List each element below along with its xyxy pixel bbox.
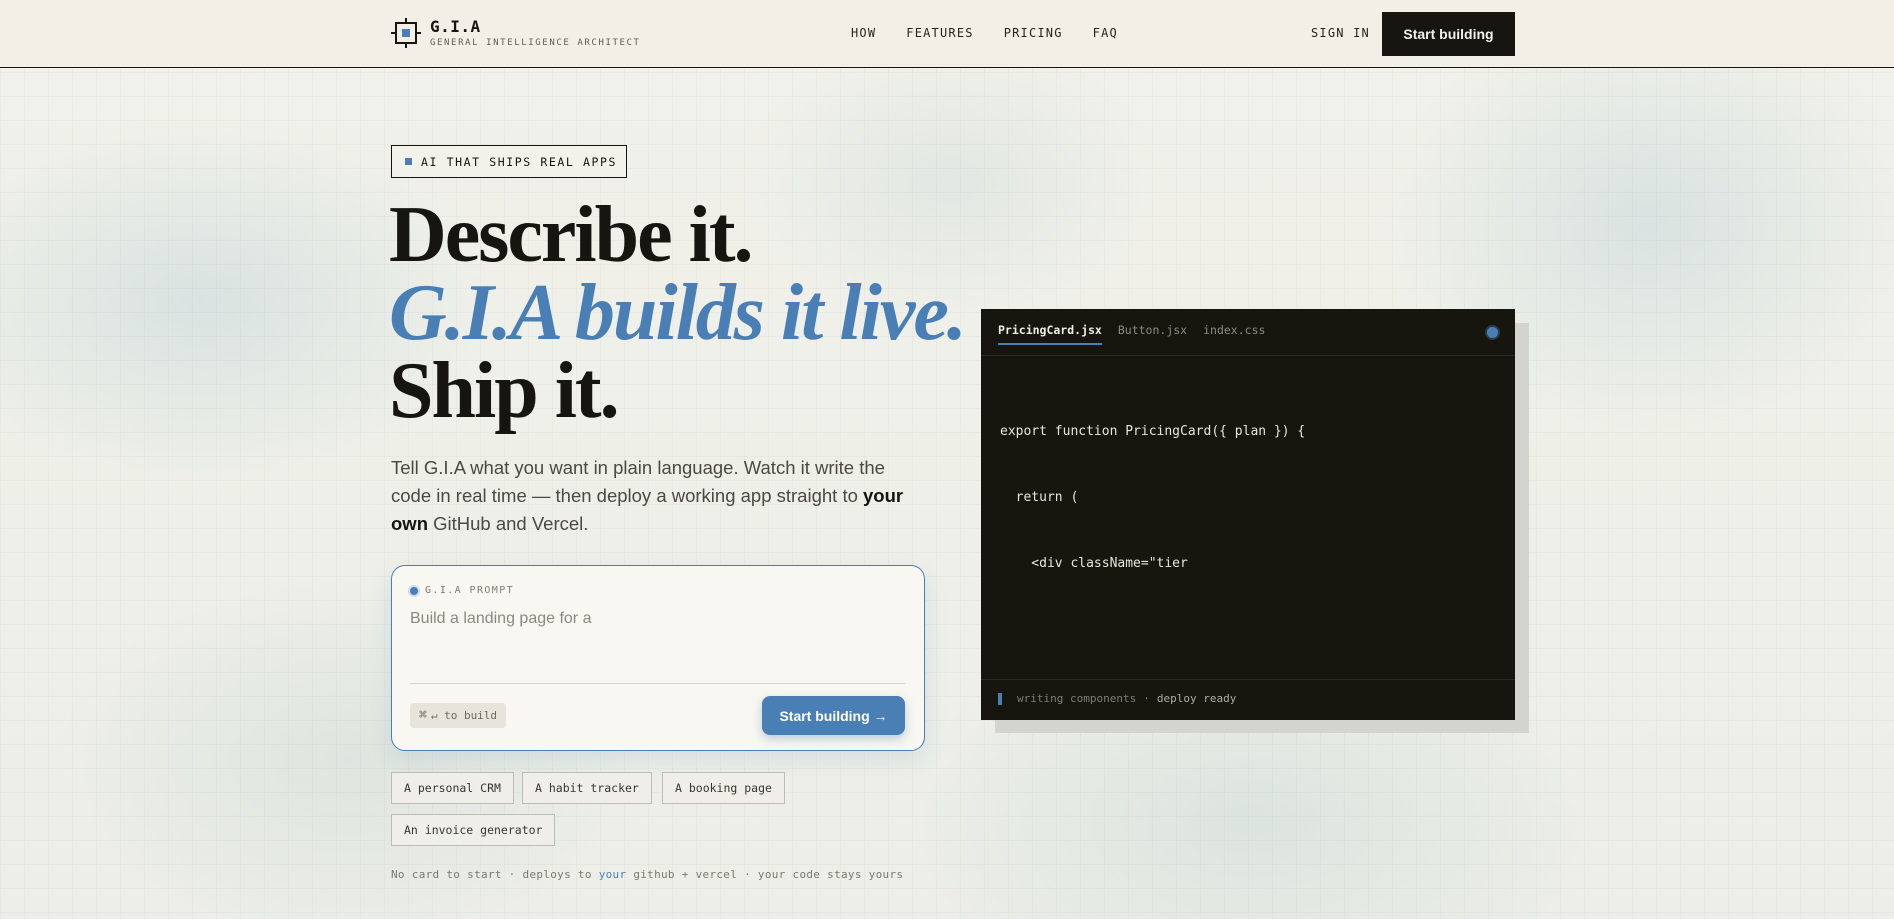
footnote-highlight: your xyxy=(598,868,627,881)
status-separator: · xyxy=(1143,692,1150,705)
editor-tabs: PricingCard.jsx Button.jsx index.css xyxy=(998,323,1265,345)
brand-name: G.I.A xyxy=(430,17,481,36)
hero-headline: Describe it. G.I.A builds it live. Ship … xyxy=(389,191,967,435)
suggestion-chip[interactable]: A personal CRM xyxy=(391,772,514,804)
status-deploy: deploy ready xyxy=(1156,692,1237,705)
shortcut-hint-text: ↵ to build xyxy=(430,709,498,722)
header-start-building-button[interactable]: Start building xyxy=(1382,12,1515,56)
prompt-divider xyxy=(410,683,905,684)
cursor-icon xyxy=(998,692,1002,705)
tab-button[interactable]: Button.jsx xyxy=(1118,323,1187,345)
footnote-text-2: github + vercel · your code stays yours xyxy=(626,868,904,881)
command-key-icon: ⌘ xyxy=(419,708,427,723)
nav-item-how[interactable]: HOW xyxy=(851,26,876,40)
code-content: export function PricingCard({ plan }) { … xyxy=(1000,377,1305,619)
headline-line-1: Describe it. xyxy=(389,191,754,279)
editor-tab-divider xyxy=(981,355,1515,356)
status-writing: writing components xyxy=(1017,692,1137,705)
brand[interactable]: G.I.A GENERAL INTELLIGENCE ARCHITECT xyxy=(391,17,641,49)
suggestion-chip[interactable]: An invoice generator xyxy=(391,814,556,846)
status-dot-icon xyxy=(410,586,418,595)
keyboard-shortcut-hint: ⌘ ↵ to build xyxy=(410,703,507,728)
nav-item-features[interactable]: FEATURES xyxy=(906,26,973,40)
live-indicator-icon xyxy=(1487,327,1498,338)
tab-index-css[interactable]: index.css xyxy=(1203,323,1265,345)
lede-text-1: Tell G.I.A what you want in plain langua… xyxy=(391,457,885,506)
hero-badge: AI THAT SHIPS REAL APPS xyxy=(391,145,627,178)
suggestion-chip[interactable]: A booking page xyxy=(662,772,785,804)
background-grid xyxy=(0,0,1894,919)
nav-item-faq[interactable]: FAQ xyxy=(1093,26,1118,40)
editor-footer-divider xyxy=(981,679,1515,680)
crosshair-square-logo-icon xyxy=(391,18,421,48)
prompt-start-building-button[interactable]: Start building → xyxy=(762,696,905,735)
footnote-text-1: No card to start · deploys to xyxy=(391,868,599,881)
code-line: return ( xyxy=(1000,490,1079,505)
site-header: G.I.A GENERAL INTELLIGENCE ARCHITECT HOW… xyxy=(0,0,1894,68)
main-nav: HOW FEATURES PRICING FAQ xyxy=(851,26,1118,40)
prompt-label-text: G.I.A PROMPT xyxy=(425,585,515,596)
prompt-box: G.I.A PROMPT ⌘ ↵ to build Start building… xyxy=(391,565,925,751)
headline-line-2: G.I.A builds it live. xyxy=(389,269,967,357)
hero-footnote: No card to start · deploys to your githu… xyxy=(391,868,903,881)
prompt-input[interactable] xyxy=(410,610,905,670)
prompt-label: G.I.A PROMPT xyxy=(410,585,514,596)
tab-pricingcard[interactable]: PricingCard.jsx xyxy=(998,323,1102,345)
code-line: export function PricingCard({ plan }) { xyxy=(1000,424,1306,439)
hero-description: Tell G.I.A what you want in plain langua… xyxy=(391,454,911,538)
editor-status-bar: writing components · deploy ready xyxy=(998,692,1236,705)
code-line: <div className="tier xyxy=(1000,556,1188,571)
square-bullet-icon xyxy=(405,158,412,165)
hero-badge-label: AI THAT SHIPS REAL APPS xyxy=(421,154,618,169)
nav-item-pricing[interactable]: PRICING xyxy=(1004,26,1063,40)
sign-in-link[interactable]: SIGN IN xyxy=(1311,26,1370,40)
brand-tagline: GENERAL INTELLIGENCE ARCHITECT xyxy=(430,38,641,48)
suggestion-chip[interactable]: A habit tracker xyxy=(522,772,652,804)
code-editor-panel: PricingCard.jsx Button.jsx index.css exp… xyxy=(981,309,1515,720)
headline-line-3: Ship it. xyxy=(389,347,620,435)
lede-text-2: GitHub and Vercel. xyxy=(428,513,589,534)
